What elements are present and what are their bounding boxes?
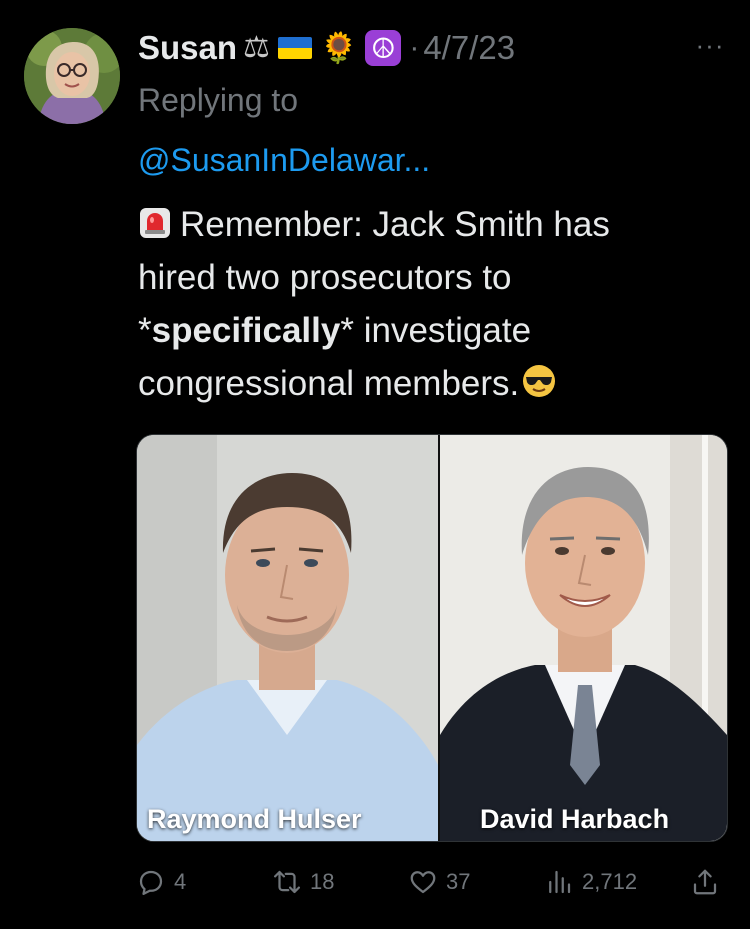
- heart-icon: [410, 871, 436, 894]
- tweet-action-bar: 4 18 37 2,712: [136, 862, 726, 902]
- tweet-header: Susan ⚖ 🌻 ☮ · 4/7/23: [138, 26, 515, 70]
- views-chart-icon: [549, 870, 571, 894]
- tweet-text-line-2: hired two prosecutors to: [138, 258, 512, 297]
- retweet-count: 18: [310, 869, 335, 894]
- views-count: 2,712: [582, 869, 638, 894]
- replying-to-handle-link[interactable]: @SusanInDelawar...: [138, 142, 430, 179]
- siren-icon: [140, 208, 170, 238]
- peace-symbol-icon: ☮: [365, 30, 402, 66]
- tweet-text-line-1: Remember: Jack Smith has: [138, 198, 728, 251]
- author-avatar[interactable]: [24, 28, 120, 124]
- tweet-text-line-1-text: Remember: Jack Smith has: [180, 205, 610, 244]
- scales-icon: ⚖: [243, 31, 270, 64]
- like-button[interactable]: 37: [408, 862, 470, 902]
- tweet-text-line-3-rest: * investigate: [340, 311, 532, 350]
- share-icon: [693, 869, 717, 895]
- more-options-button[interactable]: ···: [692, 30, 728, 60]
- retweet-button[interactable]: 18: [272, 862, 334, 902]
- tweet-timestamp[interactable]: 4/7/23: [423, 29, 515, 67]
- header-separator: ·: [409, 31, 420, 64]
- bold-emphasis-word: specifically: [151, 311, 341, 350]
- tweet-media-image[interactable]: Raymond Hulser David Harbach: [136, 434, 728, 842]
- reply-button[interactable]: 4: [136, 862, 186, 902]
- tweet-text-line-4-text: congressional members.: [138, 364, 520, 403]
- tweet-text-line-4: congressional members.: [138, 357, 728, 410]
- like-count: 37: [446, 869, 471, 894]
- reply-icon: [139, 870, 163, 895]
- retweet-icon: [274, 870, 300, 894]
- share-button[interactable]: [690, 862, 720, 902]
- asterisk-open: *: [138, 311, 152, 350]
- photo-raymond-hulser: Raymond Hulser: [137, 435, 438, 841]
- ukraine-flag-icon: [277, 37, 312, 59]
- photo-david-harbach: David Harbach: [440, 435, 727, 841]
- replying-to-label: Replying to: [138, 82, 299, 118]
- left-photo-caption: Raymond Hulser: [147, 804, 362, 834]
- tweet-text: Remember: Jack Smith has hired two prose…: [138, 198, 728, 410]
- reply-count: 4: [174, 869, 187, 894]
- sunflower-icon: 🌻: [319, 31, 358, 65]
- author-display-name[interactable]: Susan: [138, 29, 237, 67]
- views-button[interactable]: 2,712: [544, 862, 637, 902]
- right-photo-caption: David Harbach: [480, 804, 670, 834]
- tweet-text-line-3: *specifically* investigate: [138, 304, 728, 357]
- sunglasses-emoji-icon: [523, 365, 556, 397]
